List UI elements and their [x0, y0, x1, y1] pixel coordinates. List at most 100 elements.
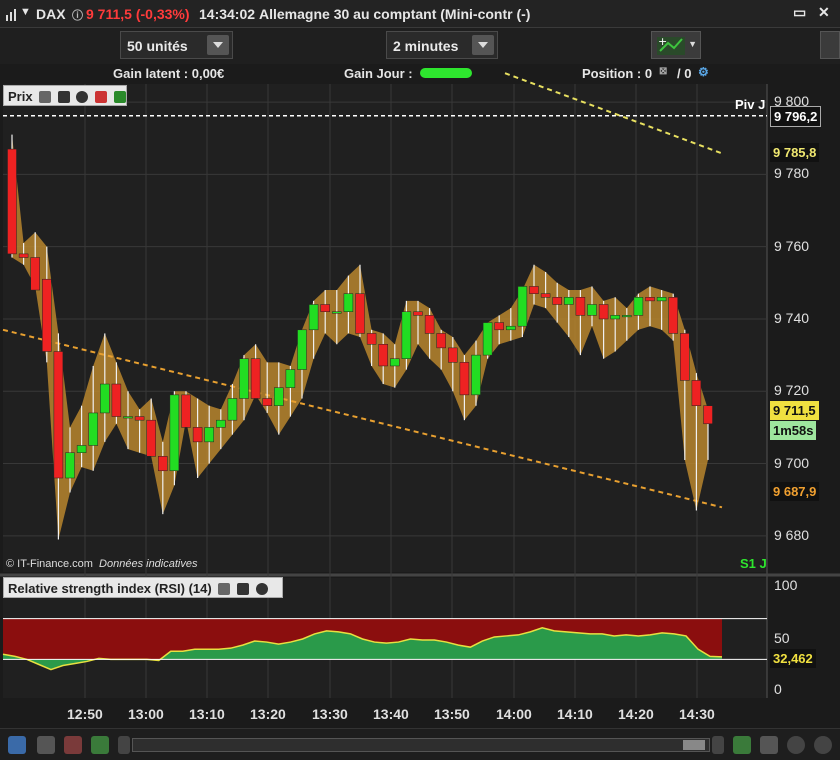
candle[interactable] [390, 358, 400, 367]
scroll-right-icon[interactable] [712, 736, 724, 754]
candle[interactable] [53, 351, 64, 479]
candle[interactable] [123, 416, 133, 419]
trend-upper-price-box: 9 785,8 [770, 143, 820, 162]
zoom-in-icon[interactable] [787, 736, 805, 754]
candle[interactable] [18, 253, 29, 258]
copyright-note: © IT-Finance.com Données indicatives [6, 558, 197, 570]
candle[interactable] [494, 322, 504, 331]
candle[interactable] [30, 257, 40, 291]
rsi-panel-header: Relative strength index (RSI) (14) [3, 577, 283, 598]
candle[interactable] [65, 452, 75, 479]
y-axis-label: 9 700 [774, 454, 810, 471]
scroll-left-icon[interactable] [118, 736, 130, 754]
rsi-axis-100: 100 [774, 577, 798, 593]
close-icon[interactable] [255, 583, 268, 595]
candle[interactable] [204, 427, 214, 443]
candle[interactable] [413, 311, 423, 316]
horizontal-scrollbar[interactable] [132, 738, 710, 752]
chart-settings-icon[interactable] [8, 736, 26, 754]
candle[interactable] [111, 383, 122, 417]
candle[interactable] [320, 304, 330, 312]
candle[interactable] [691, 380, 702, 406]
candle[interactable] [239, 358, 249, 399]
y-axis-label: 9 680 [774, 526, 810, 543]
candle[interactable] [436, 333, 446, 349]
candle[interactable] [285, 369, 296, 388]
candle[interactable] [7, 148, 17, 255]
candle[interactable] [88, 412, 98, 446]
candle[interactable] [134, 416, 145, 421]
candle[interactable] [564, 297, 574, 305]
candle[interactable] [575, 297, 586, 316]
x-axis-label: 13:50 [434, 706, 470, 722]
candle[interactable] [656, 297, 667, 302]
candle[interactable] [169, 394, 180, 472]
candle[interactable] [146, 419, 156, 457]
candle[interactable] [192, 427, 203, 443]
candle[interactable] [343, 293, 354, 312]
candle[interactable] [181, 394, 191, 428]
wrench-icon[interactable] [39, 91, 52, 103]
candle[interactable] [227, 398, 238, 421]
candle[interactable] [378, 344, 388, 367]
candle[interactable] [424, 315, 435, 334]
candle[interactable] [610, 315, 620, 320]
x-axis-label: 13:20 [250, 706, 286, 722]
auto-scale-icon[interactable] [733, 736, 751, 754]
zoom-out-icon[interactable] [814, 736, 832, 754]
candle[interactable] [622, 315, 632, 318]
candle[interactable] [668, 297, 678, 334]
price-chart[interactable] [0, 0, 840, 760]
candle[interactable] [448, 347, 458, 363]
candle[interactable] [529, 286, 539, 294]
indicator-icon[interactable] [37, 736, 55, 754]
candle[interactable] [517, 286, 528, 327]
add-icon[interactable] [113, 91, 126, 103]
candle[interactable] [332, 311, 342, 314]
x-axis-label: 12:50 [67, 706, 103, 722]
window-icon[interactable] [236, 583, 249, 595]
candle[interactable] [506, 325, 516, 331]
rsi-value-box: 32,462 [770, 649, 816, 668]
candle-style-icon[interactable] [91, 736, 109, 754]
window-icon[interactable] [57, 91, 70, 103]
countdown-box: 1m58s [770, 421, 817, 440]
candle[interactable] [540, 293, 551, 298]
candle[interactable] [552, 297, 562, 305]
candle[interactable] [633, 297, 644, 316]
candle[interactable] [680, 333, 690, 381]
candle[interactable] [274, 387, 284, 406]
zoom-fit-icon[interactable] [760, 736, 778, 754]
candle[interactable] [158, 456, 168, 472]
candle[interactable] [401, 311, 412, 359]
rsi-panel-title: Relative strength index (RSI) (14) [8, 581, 212, 596]
candle[interactable] [308, 304, 319, 331]
copyright-text: © IT-Finance.com [6, 558, 93, 570]
candle[interactable] [482, 322, 493, 356]
drawing-tools-icon[interactable] [64, 736, 82, 754]
remove-icon[interactable] [95, 91, 108, 103]
candle[interactable] [250, 358, 261, 399]
scrollbar-thumb[interactable] [683, 740, 705, 750]
x-axis-label: 13:30 [312, 706, 348, 722]
wrench-icon[interactable] [218, 583, 231, 595]
candle[interactable] [216, 419, 226, 428]
pivot-label: Piv J [735, 97, 766, 112]
candle[interactable] [100, 383, 110, 414]
candle[interactable] [703, 405, 713, 425]
current-price-box: 9 711,5 [770, 401, 819, 420]
candle[interactable] [598, 304, 609, 320]
close-icon[interactable] [76, 91, 89, 103]
rsi-axis-0: 0 [774, 681, 782, 697]
candle[interactable] [262, 398, 272, 406]
candle[interactable] [587, 304, 597, 316]
candle[interactable] [471, 354, 481, 396]
candle[interactable] [76, 445, 87, 453]
candle[interactable] [297, 329, 307, 370]
candle[interactable] [42, 278, 52, 352]
candle[interactable] [366, 333, 377, 345]
candle[interactable] [645, 297, 655, 302]
candle[interactable] [355, 293, 365, 334]
candle[interactable] [459, 362, 470, 396]
trend-lower-price-box: 9 687,9 [770, 482, 820, 501]
